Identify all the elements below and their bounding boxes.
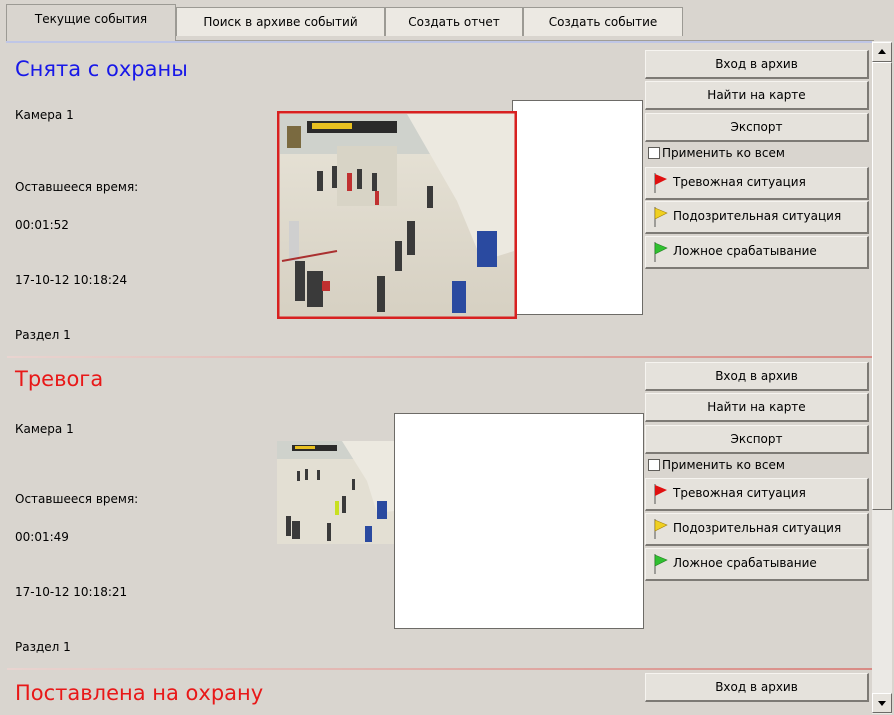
export-button[interactable]: Экспорт [645, 425, 869, 454]
camera-snapshot[interactable] [277, 441, 394, 544]
tab-archive-search[interactable]: Поиск в архиве событий [176, 7, 385, 36]
remaining-time-label: Оставшееся время: [15, 180, 139, 194]
camera-label: Камера 1 [15, 422, 74, 436]
tab-create-report[interactable]: Создать отчет [385, 7, 523, 36]
suspicious-situation-button[interactable]: Подозрительная ситуация [645, 513, 869, 546]
apply-to-all-checkbox[interactable]: Применить ко всем [648, 146, 785, 160]
event-timestamp: 17-10-12 10:18:24 [15, 273, 128, 287]
false-alarm-label: Ложное срабатывание [673, 556, 817, 570]
event-title: Поставлена на охрану [15, 681, 264, 705]
remaining-time-label: Оставшееся время: [15, 492, 139, 506]
false-alarm-button[interactable]: Ложное срабатывание [645, 548, 869, 581]
event-title: Тревога [15, 367, 104, 391]
archive-button[interactable]: Вход в архив [645, 673, 869, 702]
event-separator [7, 356, 872, 358]
yellow-flag-icon [654, 518, 668, 539]
remaining-time-value: 00:01:49 [15, 530, 69, 544]
scrollbar-thumb[interactable] [872, 62, 892, 510]
remaining-time-value: 00:01:52 [15, 218, 69, 232]
suspicious-situation-label: Подозрительная ситуация [673, 209, 842, 223]
archive-button[interactable]: Вход в архив [645, 362, 869, 391]
event-title: Снята с охраны [15, 57, 188, 81]
find-on-map-button[interactable]: Найти на карте [645, 393, 869, 422]
alarm-situation-button[interactable]: Тревожная ситуация [645, 167, 869, 200]
alarm-situation-button[interactable]: Тревожная ситуация [645, 478, 869, 511]
alarm-situation-label: Тревожная ситуация [673, 175, 806, 189]
apply-to-all-label: Применить ко всем [662, 146, 785, 160]
camera-label: Камера 1 [15, 108, 74, 122]
false-alarm-label: Ложное срабатывание [673, 244, 817, 258]
tab-bar: Текущие события Поиск в архиве событий С… [6, 0, 886, 41]
red-flag-icon [654, 483, 667, 504]
false-alarm-button[interactable]: Ложное срабатывание [645, 236, 869, 269]
camera-snapshot[interactable] [277, 111, 517, 319]
section-label: Раздел 1 [15, 640, 71, 654]
red-flag-icon [654, 172, 667, 193]
event-separator [7, 668, 872, 670]
export-button[interactable]: Экспорт [645, 113, 869, 142]
alarm-situation-label: Тревожная ситуация [673, 486, 806, 500]
scroll-down-button[interactable] [872, 693, 892, 713]
find-on-map-button[interactable]: Найти на карте [645, 81, 869, 110]
tab-create-event[interactable]: Создать событие [523, 7, 683, 36]
event-timestamp: 17-10-12 10:18:21 [15, 585, 128, 599]
archive-button[interactable]: Вход в архив [645, 50, 869, 79]
suspicious-situation-button[interactable]: Подозрительная ситуация [645, 201, 869, 234]
checkbox-box[interactable] [648, 459, 660, 471]
apply-to-all-label: Применить ко всем [662, 458, 785, 472]
green-flag-icon [654, 553, 668, 574]
checkbox-box[interactable] [648, 147, 660, 159]
green-flag-icon [654, 241, 668, 262]
event-comment-box[interactable] [394, 413, 644, 629]
apply-to-all-checkbox[interactable]: Применить ко всем [648, 458, 785, 472]
suspicious-situation-label: Подозрительная ситуация [673, 521, 842, 535]
arrow-up-icon [878, 49, 886, 54]
tab-current-events[interactable]: Текущие события [6, 4, 176, 41]
section-label: Раздел 1 [15, 328, 71, 342]
scroll-up-button[interactable] [872, 42, 892, 62]
event-comment-box[interactable] [512, 100, 643, 315]
yellow-flag-icon [654, 206, 668, 227]
arrow-down-icon [878, 701, 886, 706]
